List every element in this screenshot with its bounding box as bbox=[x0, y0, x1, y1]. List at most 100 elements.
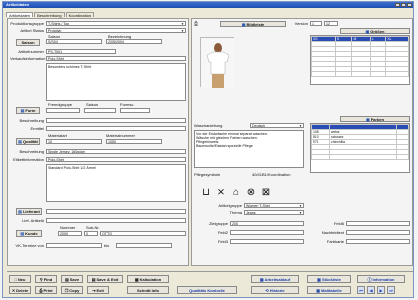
next-record-button[interactable]: ▶ bbox=[377, 286, 385, 294]
waschanleitung-label: Waschanleitung bbox=[194, 123, 223, 128]
materialnummer-input[interactable]: 1050 bbox=[106, 139, 162, 144]
produktionsgruppe-select[interactable]: T-Shirts / Top bbox=[46, 21, 186, 26]
artikelgruppe-label: Artikelgruppe bbox=[218, 203, 242, 208]
vk-termine-bis-input[interactable] bbox=[116, 243, 172, 248]
fremdgruppe-input[interactable] bbox=[46, 108, 80, 113]
feld6-input[interactable] bbox=[346, 221, 410, 226]
colors-grid[interactable]: 108 weiss 810 schwarz 971 chinchilla bbox=[310, 123, 410, 173]
bildleiste-button[interactable]: ▣Bildleiste bbox=[220, 21, 286, 27]
kunde-button[interactable]: ▤Kunde bbox=[16, 230, 42, 237]
kalkulation-button[interactable]: ▦Kalkulation bbox=[127, 275, 169, 283]
qualitaets-kontrolle-button[interactable]: Qualitäts Kontrolle bbox=[177, 286, 237, 294]
kunde-code-input[interactable]: OTTO bbox=[100, 231, 186, 236]
no-bleach-icon[interactable]: ⨯ bbox=[215, 188, 227, 200]
masstabelle-label: Maßtabelle bbox=[321, 288, 342, 293]
masstabelle-button[interactable]: ▦Maßtabelle bbox=[307, 286, 351, 294]
feld2-input[interactable] bbox=[230, 230, 304, 235]
kunde-nummer-input[interactable]: 2000 bbox=[58, 231, 82, 236]
form-button[interactable]: ▤Form bbox=[16, 107, 40, 114]
no-tumble-icon[interactable]: ⊠ bbox=[260, 188, 272, 200]
tab-koordination[interactable]: Koordination bbox=[65, 12, 95, 18]
no-dryclean-icon[interactable]: ⊗ bbox=[245, 188, 257, 200]
copy-label: Copy bbox=[69, 288, 80, 293]
bezeichnung-input[interactable]: 2/05/2004 bbox=[106, 39, 162, 44]
print-button[interactable]: ⎙Print bbox=[35, 286, 57, 294]
supplier-icon: ▤ bbox=[18, 209, 22, 214]
care-symbols: ⊔ ⨯ ⌂ ⊗ ⊠ bbox=[200, 188, 272, 200]
materialnummer-header: Materialnummer bbox=[106, 133, 135, 138]
saison-input[interactable]: S/S04 bbox=[46, 39, 102, 44]
description-textarea[interactable]: Besonders schönes T-Shirt bbox=[46, 63, 186, 101]
version-input-2[interactable]: 12 bbox=[324, 21, 338, 26]
last-record-button[interactable]: ⏭ bbox=[387, 286, 395, 294]
version-input[interactable]: 1 bbox=[310, 21, 322, 26]
image-icon: ▣ bbox=[241, 22, 246, 27]
vk-termine-von-input[interactable] bbox=[46, 243, 102, 248]
wash-instructions-text[interactable]: Vor der Erstwäsche einmal separat wasche… bbox=[194, 130, 304, 168]
thema-label: Thema bbox=[229, 210, 242, 215]
new-button[interactable]: □Neu bbox=[9, 275, 31, 283]
formsc-input[interactable] bbox=[120, 108, 150, 113]
save-exit-button[interactable]: ▤Save & Exit bbox=[87, 275, 123, 283]
beschreibung-input[interactable] bbox=[46, 118, 186, 123]
lieferant-input[interactable] bbox=[46, 209, 186, 214]
kunde-subnr-input[interactable]: 0 bbox=[84, 231, 98, 236]
save-button[interactable]: ▤Save bbox=[61, 275, 83, 283]
exit-button[interactable]: ⇥Exit bbox=[87, 286, 109, 294]
bottom-toolbar: □Neu ⚲Find ▤Save ▤Save & Exit ▦Kalkulati… bbox=[7, 271, 413, 297]
first-record-button[interactable]: ⏮ bbox=[357, 286, 365, 294]
wash-30-icon[interactable]: ⊔ bbox=[200, 188, 212, 200]
etikettinformation-label: Etikettinformation bbox=[13, 157, 44, 162]
save-exit-icon: ▤ bbox=[91, 277, 96, 282]
ermittel-input[interactable] bbox=[46, 126, 186, 131]
beschreibung2-input[interactable]: Single Jersey, 160g/qm bbox=[46, 149, 186, 154]
copy-button[interactable]: ❐Copy bbox=[61, 286, 83, 294]
stueckliste-label: Stückliste bbox=[321, 277, 341, 282]
close-button[interactable] bbox=[407, 3, 412, 7]
materialart-input[interactable]: 10 bbox=[46, 139, 102, 144]
artikel-status-select[interactable]: Prototyp bbox=[46, 28, 186, 33]
tab-beschreibung[interactable]: Beschreibung bbox=[34, 12, 65, 18]
etikettinformation-input[interactable]: Polo-Shirt bbox=[46, 157, 186, 162]
groessen-button[interactable]: ▣Größen bbox=[340, 28, 410, 34]
schnitt-info-button[interactable]: Schnitt Info bbox=[127, 286, 169, 294]
sizes-grid[interactable]: XS S M L XL bbox=[310, 35, 410, 85]
title-bar: Artikeldaten bbox=[3, 2, 413, 8]
lief-artikel-input[interactable] bbox=[46, 218, 186, 223]
artikelnummer-input[interactable]: PS-T001 bbox=[46, 49, 116, 54]
arbeitsablauf-button[interactable]: ▦Arbeitsablauf bbox=[251, 275, 299, 283]
pflegesymbole-label: Pflegesymbole bbox=[194, 172, 221, 177]
minimize-button[interactable] bbox=[395, 3, 400, 7]
verkaufsinformation-input[interactable]: Polo-Shirt bbox=[46, 56, 186, 61]
form-icon: ▤ bbox=[20, 108, 25, 113]
previous-record-button[interactable]: ◀ bbox=[367, 286, 375, 294]
qualitat-button[interactable]: ▤Qualität bbox=[16, 138, 40, 145]
find-button[interactable]: ⚲Find bbox=[35, 275, 57, 283]
information-button[interactable]: ⓘInformation bbox=[357, 275, 405, 283]
waschanleitung-select[interactable]: Deutsch bbox=[250, 123, 304, 128]
print-icon[interactable]: ⎙ bbox=[194, 21, 198, 27]
thema-select[interactable]: Jeans bbox=[244, 210, 304, 215]
stueckliste-button[interactable]: ▦Stückliste bbox=[307, 275, 351, 283]
feld3-input[interactable] bbox=[230, 239, 304, 244]
farben-button[interactable]: ▣Farben bbox=[340, 116, 410, 122]
maximize-button[interactable] bbox=[401, 3, 406, 7]
lieferant-button[interactable]: ▤Lieferant bbox=[16, 208, 42, 215]
saison-button[interactable]: Saison bbox=[16, 39, 40, 46]
customer-icon: ▤ bbox=[20, 231, 25, 236]
nachfeld-input[interactable] bbox=[346, 230, 410, 235]
tab-bar: Artikeldaten Beschreibung Koordination bbox=[6, 12, 95, 18]
nachfeld-label: Nachfeldtext bbox=[321, 230, 344, 235]
zielgruppe-input[interactable]: 200 bbox=[230, 221, 304, 226]
historie-button[interactable]: ⟲Historie bbox=[251, 286, 299, 294]
farbkarte-input[interactable] bbox=[346, 239, 410, 244]
etikett-textarea[interactable]: Standard Polo-Shirt 1/2 Ärmel bbox=[46, 164, 186, 202]
saison2-input[interactable] bbox=[84, 108, 116, 113]
history-icon: ⟲ bbox=[265, 288, 269, 293]
print-label: Print bbox=[43, 288, 53, 293]
delete-label: Delete bbox=[16, 288, 29, 293]
iron-low-icon[interactable]: ⌂ bbox=[230, 188, 242, 200]
delete-button[interactable]: ✕Delete bbox=[9, 286, 31, 294]
artikelgruppe-select[interactable]: Women T-Shirt bbox=[244, 203, 304, 208]
tab-artikeldaten[interactable]: Artikeldaten bbox=[6, 12, 34, 18]
